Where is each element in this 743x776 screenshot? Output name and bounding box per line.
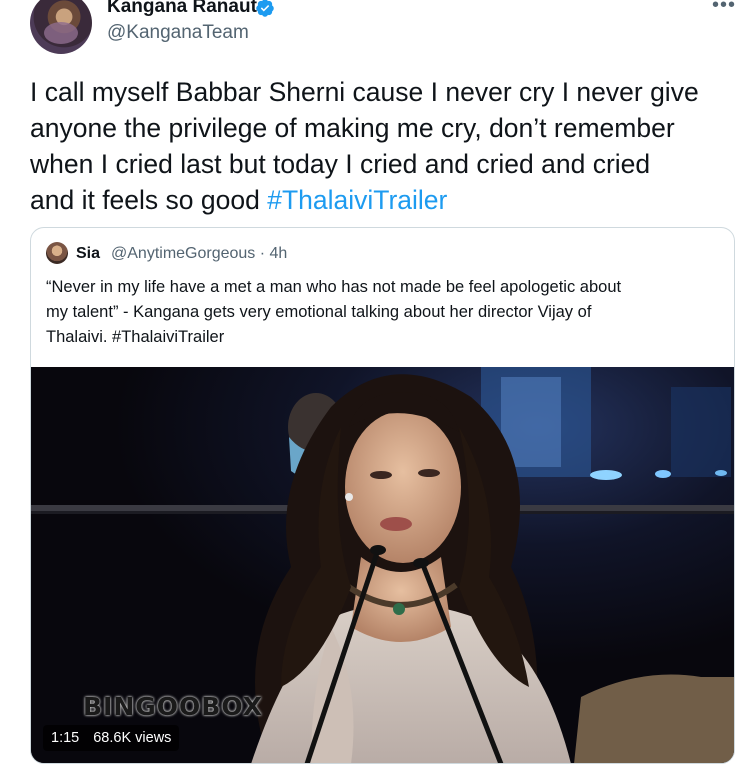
quoted-tweet-card[interactable]: Sia @AnytimeGorgeous · 4h “Never in my l… xyxy=(30,227,735,764)
quoted-text-line: my talent” - Kangana gets very emotional… xyxy=(46,303,592,321)
quoted-author-name: Sia xyxy=(76,245,101,262)
quoted-author-avatar xyxy=(46,242,68,264)
tweet-text-line: and it feels so good #ThalaiviTrailer xyxy=(30,182,735,218)
tweet[interactable]: Kangana Ranaut @KanganaTeam ••• I call m… xyxy=(0,0,743,776)
quoted-tweet-text: “Never in my life have a met a man who h… xyxy=(46,275,726,350)
quoted-text-line: “Never in my life have a met a man who h… xyxy=(46,278,622,296)
verified-badge-icon xyxy=(256,0,274,17)
video-views: 68.6K views xyxy=(93,730,172,746)
video-watermark: BINGOOBOX xyxy=(83,692,263,721)
author-handle[interactable]: @KanganaTeam xyxy=(107,22,249,44)
video-player[interactable]: BINGOOBOX 1:15 68.6K views xyxy=(31,367,734,763)
tweet-text-tail: and it feels so good xyxy=(30,185,268,215)
hashtag-link[interactable]: #ThalaiviTrailer xyxy=(267,185,447,215)
author-display-name[interactable]: Kangana Ranaut xyxy=(107,0,257,18)
video-duration: 1:15 xyxy=(51,730,80,746)
video-stats-overlay: 1:15 68.6K views xyxy=(43,725,180,751)
more-horizontal-icon[interactable]: ••• xyxy=(712,0,736,17)
tweet-text-line: anyone the privilege of making me cry, d… xyxy=(30,113,675,143)
tweet-text: I call myself Babbar Sherni cause I neve… xyxy=(30,74,735,218)
quoted-author-handle-time: @AnytimeGorgeous · 4h xyxy=(111,245,288,262)
quoted-text-line: Thalaivi. #ThalaiviTrailer xyxy=(46,328,225,346)
author-avatar[interactable] xyxy=(30,0,92,54)
tweet-text-line: I call myself Babbar Sherni cause I neve… xyxy=(30,77,699,107)
tweet-text-line: when I cried last but today I cried and … xyxy=(30,149,651,179)
